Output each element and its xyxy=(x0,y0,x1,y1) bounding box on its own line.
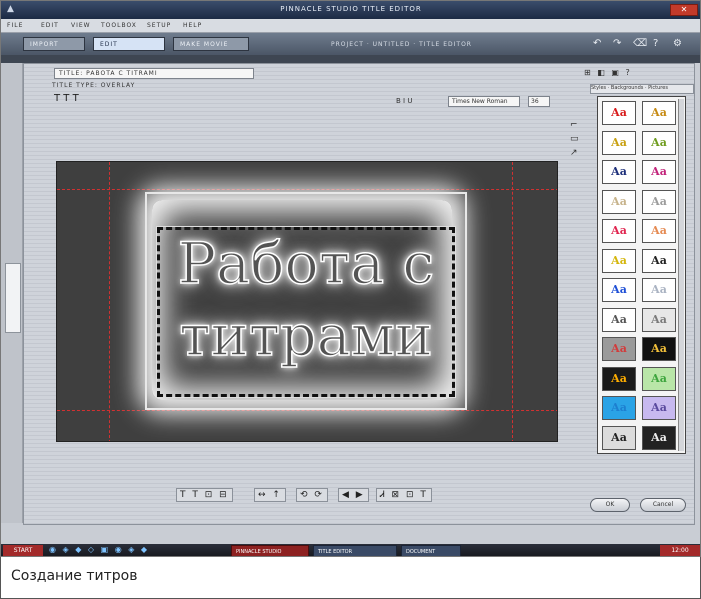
menubar: FILE EDIT VIEW TOOLBOX SETUP HELP xyxy=(1,19,700,33)
shape-tool-icon[interactable]: ▭ xyxy=(570,132,579,146)
screenshot-frame: ▲ PINNACLE STUDIO TITLE EDITOR ✕ FILE ED… xyxy=(0,0,701,557)
taskbar: START ◉ ◈ ◆ ◇ ▣ ◉ ◈ ◆ PINNACLE STUDIO TI… xyxy=(1,544,700,556)
font-family-select[interactable]: Times New Roman xyxy=(448,96,520,107)
menu-setup[interactable]: SETUP xyxy=(147,22,171,29)
style-thumbnail[interactable]: Aa xyxy=(642,248,676,273)
style-thumbnail[interactable]: Aa xyxy=(642,101,676,125)
style-thumbnail[interactable]: Aa xyxy=(642,425,676,450)
undo-icon[interactable]: ↶ xyxy=(593,38,601,49)
window-titlebar: ▲ PINNACLE STUDIO TITLE EDITOR ✕ xyxy=(1,1,700,19)
title-line-1: Работа с xyxy=(177,230,435,298)
redo-icon[interactable]: ↷ xyxy=(613,38,621,49)
style-thumbnail[interactable]: Aa xyxy=(602,219,636,243)
style-thumbnail[interactable]: Aa xyxy=(602,130,636,155)
justify-tools[interactable]: Ꮧ ⊠ ⊡ T xyxy=(376,488,432,502)
toolbar-divider xyxy=(1,55,700,63)
style-thumbnail[interactable]: Aa xyxy=(642,337,676,361)
style-thumbnail[interactable]: Aa xyxy=(602,278,636,302)
style-thumbnail[interactable]: Aa xyxy=(642,189,676,214)
system-clock: 12:00 xyxy=(660,545,700,556)
safe-area-left-line xyxy=(109,162,110,441)
tab-import[interactable]: IMPORT xyxy=(23,37,85,51)
safe-area-right-line xyxy=(512,162,513,441)
menu-view[interactable]: VIEW xyxy=(71,22,91,29)
style-thumbnail[interactable]: Aa xyxy=(602,189,636,214)
delete-icon[interactable]: ⌫ xyxy=(633,38,647,49)
gutter-handle[interactable] xyxy=(5,263,21,333)
figure-caption: Создание титров xyxy=(0,557,701,599)
help-icon[interactable]: ? xyxy=(653,38,658,49)
order-tools[interactable]: ◀ ▶ xyxy=(338,488,369,502)
menu-toolbox[interactable]: TOOLBOX xyxy=(101,22,137,29)
style-thumbnail[interactable]: Aa xyxy=(642,160,676,184)
ok-button[interactable]: OK xyxy=(590,498,630,512)
text-style-buttons[interactable]: T T T xyxy=(54,93,79,104)
style-thumbnail[interactable]: Aa xyxy=(642,307,676,332)
gallery-tabs[interactable]: Styles · Backgrounds · Pictures xyxy=(590,84,694,94)
style-thumbnail[interactable]: Aa xyxy=(602,248,636,273)
title-type-label: TITLE TYPE: OVERLAY xyxy=(52,82,136,89)
safe-area-bottom-line xyxy=(57,410,557,411)
left-gutter xyxy=(1,63,23,523)
start-button[interactable]: START xyxy=(3,545,43,556)
safe-area-top-line xyxy=(57,189,557,190)
taskbar-item[interactable]: DOCUMENT xyxy=(401,545,461,556)
align-tools[interactable]: T T ⊡ ⊟ xyxy=(176,488,233,502)
style-thumbnail[interactable]: Aa xyxy=(602,307,636,332)
close-button[interactable]: ✕ xyxy=(670,4,698,16)
tab-make-movie[interactable]: MAKE MOVIE xyxy=(173,37,249,51)
gallery-scrollbar[interactable] xyxy=(678,99,684,451)
move-tool-icon[interactable]: ↗ xyxy=(570,146,579,160)
style-thumbnail[interactable]: Aa xyxy=(642,219,676,243)
style-thumbnail[interactable]: Aa xyxy=(642,396,676,420)
title-name-input[interactable]: TITLE: PABOTA C TITRAMI xyxy=(54,68,254,79)
menu-edit[interactable]: EDIT xyxy=(41,22,59,29)
project-path: PROJECT · UNTITLED · TITLE EDITOR xyxy=(331,41,472,48)
title-preview-canvas[interactable]: Работа с титрами xyxy=(56,161,558,442)
menu-help[interactable]: HELP xyxy=(183,22,202,29)
cancel-button[interactable]: Cancel xyxy=(640,498,686,512)
taskbar-item[interactable]: PINNACLE STUDIO xyxy=(231,545,309,556)
quick-launch-icons[interactable]: ◉ ◈ ◆ ◇ ▣ ◉ ◈ ◆ xyxy=(49,545,149,554)
settings-icon[interactable]: ⚙ xyxy=(673,38,682,49)
window-title: PINNACLE STUDIO TITLE EDITOR xyxy=(280,5,422,13)
font-size-select[interactable]: 36 xyxy=(528,96,550,107)
style-thumbnail[interactable]: Aa xyxy=(642,366,676,391)
style-thumbnail[interactable]: Aa xyxy=(602,160,636,184)
move-tools[interactable]: ↔ ↑ xyxy=(254,488,286,502)
style-thumbnail[interactable]: Aa xyxy=(642,278,676,302)
style-thumbnail[interactable]: Aa xyxy=(602,101,636,125)
style-thumbnail[interactable]: Aa xyxy=(602,366,636,391)
style-thumbnail[interactable]: Aa xyxy=(602,396,636,420)
font-controls: B I U Times New Roman 36 xyxy=(396,96,550,109)
mode-tabs-bar: IMPORT EDIT MAKE MOVIE PROJECT · UNTITLE… xyxy=(1,33,700,55)
style-gallery: Aa Aa Aa Aa Aa Aa Aa Aa Aa Aa Aa Aa Aa Aa Aa Aa Aa Aa Aa Aa… xyxy=(597,96,686,454)
side-tools: ⌐ ▭ ↗ xyxy=(570,118,579,160)
text-tool-icon[interactable]: ⌐ xyxy=(570,118,579,132)
tab-edit[interactable]: EDIT xyxy=(93,37,165,51)
title-editor-dialog: TITLE: PABOTA C TITRAMI TITLE TYPE: OVER… xyxy=(23,63,695,525)
rotate-tools[interactable]: ⟲ ⟳ xyxy=(296,488,328,502)
title-text[interactable]: Работа с титрами xyxy=(157,228,455,372)
app-icon: ▲ xyxy=(7,4,14,14)
style-thumbnail[interactable]: Aa xyxy=(642,130,676,155)
taskbar-item[interactable]: TITLE EDITOR xyxy=(313,545,397,556)
menu-file[interactable]: FILE xyxy=(7,22,23,29)
font-style-buttons[interactable]: B I U xyxy=(396,97,412,105)
view-controls[interactable]: ⊞ ◧ ▣ ? xyxy=(584,68,632,77)
title-line-2: титрами xyxy=(178,302,433,370)
style-thumbnail[interactable]: Aa xyxy=(602,337,636,361)
style-thumbnail[interactable]: Aa xyxy=(602,425,636,450)
